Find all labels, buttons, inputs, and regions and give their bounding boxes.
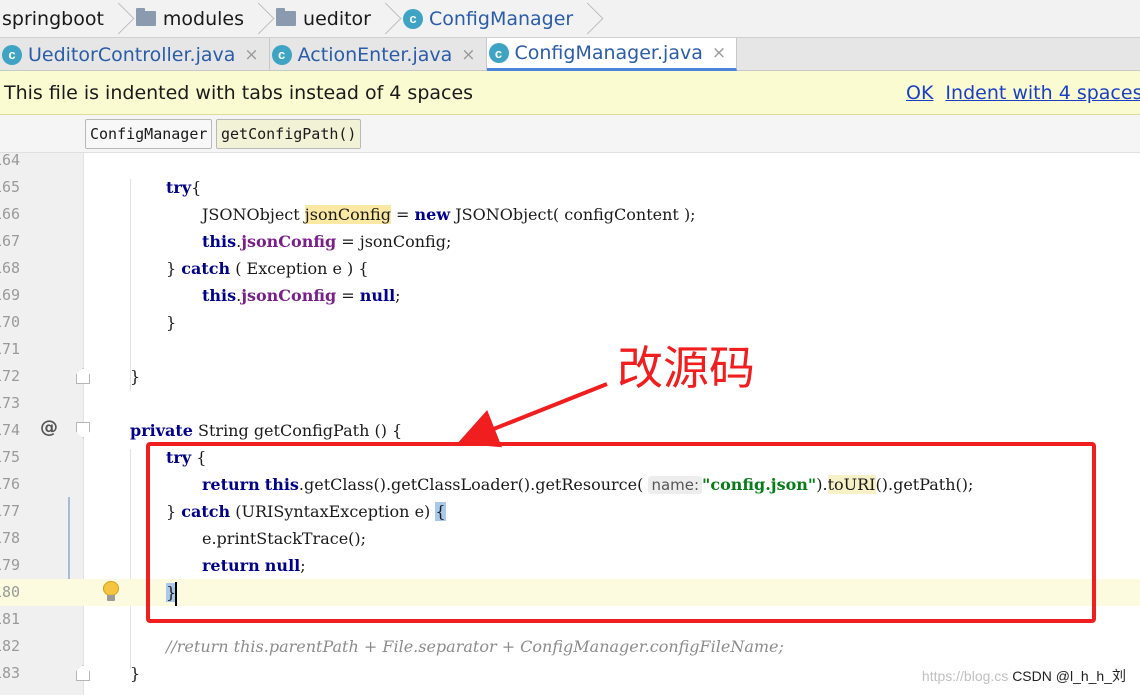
annotation-label: 改源码 — [617, 341, 755, 395]
watermark: https://blog.cs CSDN @l_h_h_刘 — [921, 668, 1126, 684]
annotation-arrow-icon — [457, 382, 608, 448]
